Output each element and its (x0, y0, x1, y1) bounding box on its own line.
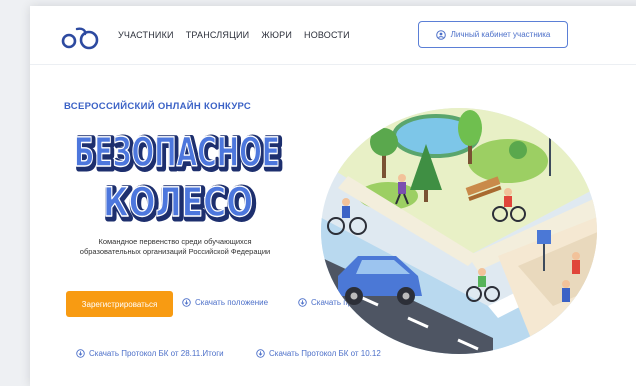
link-label: Скачать Протокол БК от 28.11.Итоги (89, 349, 224, 358)
register-button[interactable]: Зарегистрироваться (66, 291, 173, 317)
title-line-2: КОЛЕСО (103, 180, 253, 226)
bike-sign-icon (537, 230, 551, 244)
contest-subtitle: Командное первенство среди обучающихся о… (79, 237, 271, 256)
download-protocol-2811-link[interactable]: Скачать Протокол БК от 28.11.Итоги (76, 349, 224, 358)
download-regulations-link[interactable]: Скачать положение (182, 298, 268, 307)
account-button[interactable]: Личный кабинет участника (418, 21, 568, 48)
user-icon (435, 29, 446, 40)
page-container: УЧАСТНИКИ ТРАНСЛЯЦИИ ЖЮРИ НОВОСТИ Личный… (30, 6, 636, 386)
pedestrian-icon (562, 280, 570, 302)
nav-item-participants[interactable]: УЧАСТНИКИ (118, 30, 174, 40)
download-circle-icon (76, 349, 85, 358)
nav-item-news[interactable]: НОВОСТИ (304, 30, 350, 40)
main-nav: УЧАСТНИКИ ТРАНСЛЯЦИИ ЖЮРИ НОВОСТИ (118, 30, 350, 40)
download-circle-icon (182, 298, 191, 307)
nav-item-broadcasts[interactable]: ТРАНСЛЯЦИИ (186, 30, 250, 40)
contest-title: БЕЗОПАСНОЕ БЕЗОПАСНОЕ КОЛЕСО КОЛЕСО (73, 129, 286, 229)
pedestrian-icon (572, 252, 580, 274)
account-button-label: Личный кабинет участника (450, 30, 551, 39)
contest-eyebrow: ВСЕРОССИЙСКИЙ ОНЛАЙН КОНКУРС (64, 101, 252, 112)
link-label: Скачать положение (195, 298, 269, 307)
download-circle-icon (256, 349, 265, 358)
title-line-1: БЕЗОПАСНОЕ (74, 130, 280, 176)
site-header: УЧАСТНИКИ ТРАНСЛЯЦИИ ЖЮРИ НОВОСТИ Личный… (30, 6, 636, 65)
download-circle-icon (298, 298, 307, 307)
bicycle-logo-icon[interactable] (60, 26, 100, 50)
nav-item-jury[interactable]: ЖЮРИ (261, 30, 292, 40)
traffic-park-illustration (321, 108, 597, 354)
